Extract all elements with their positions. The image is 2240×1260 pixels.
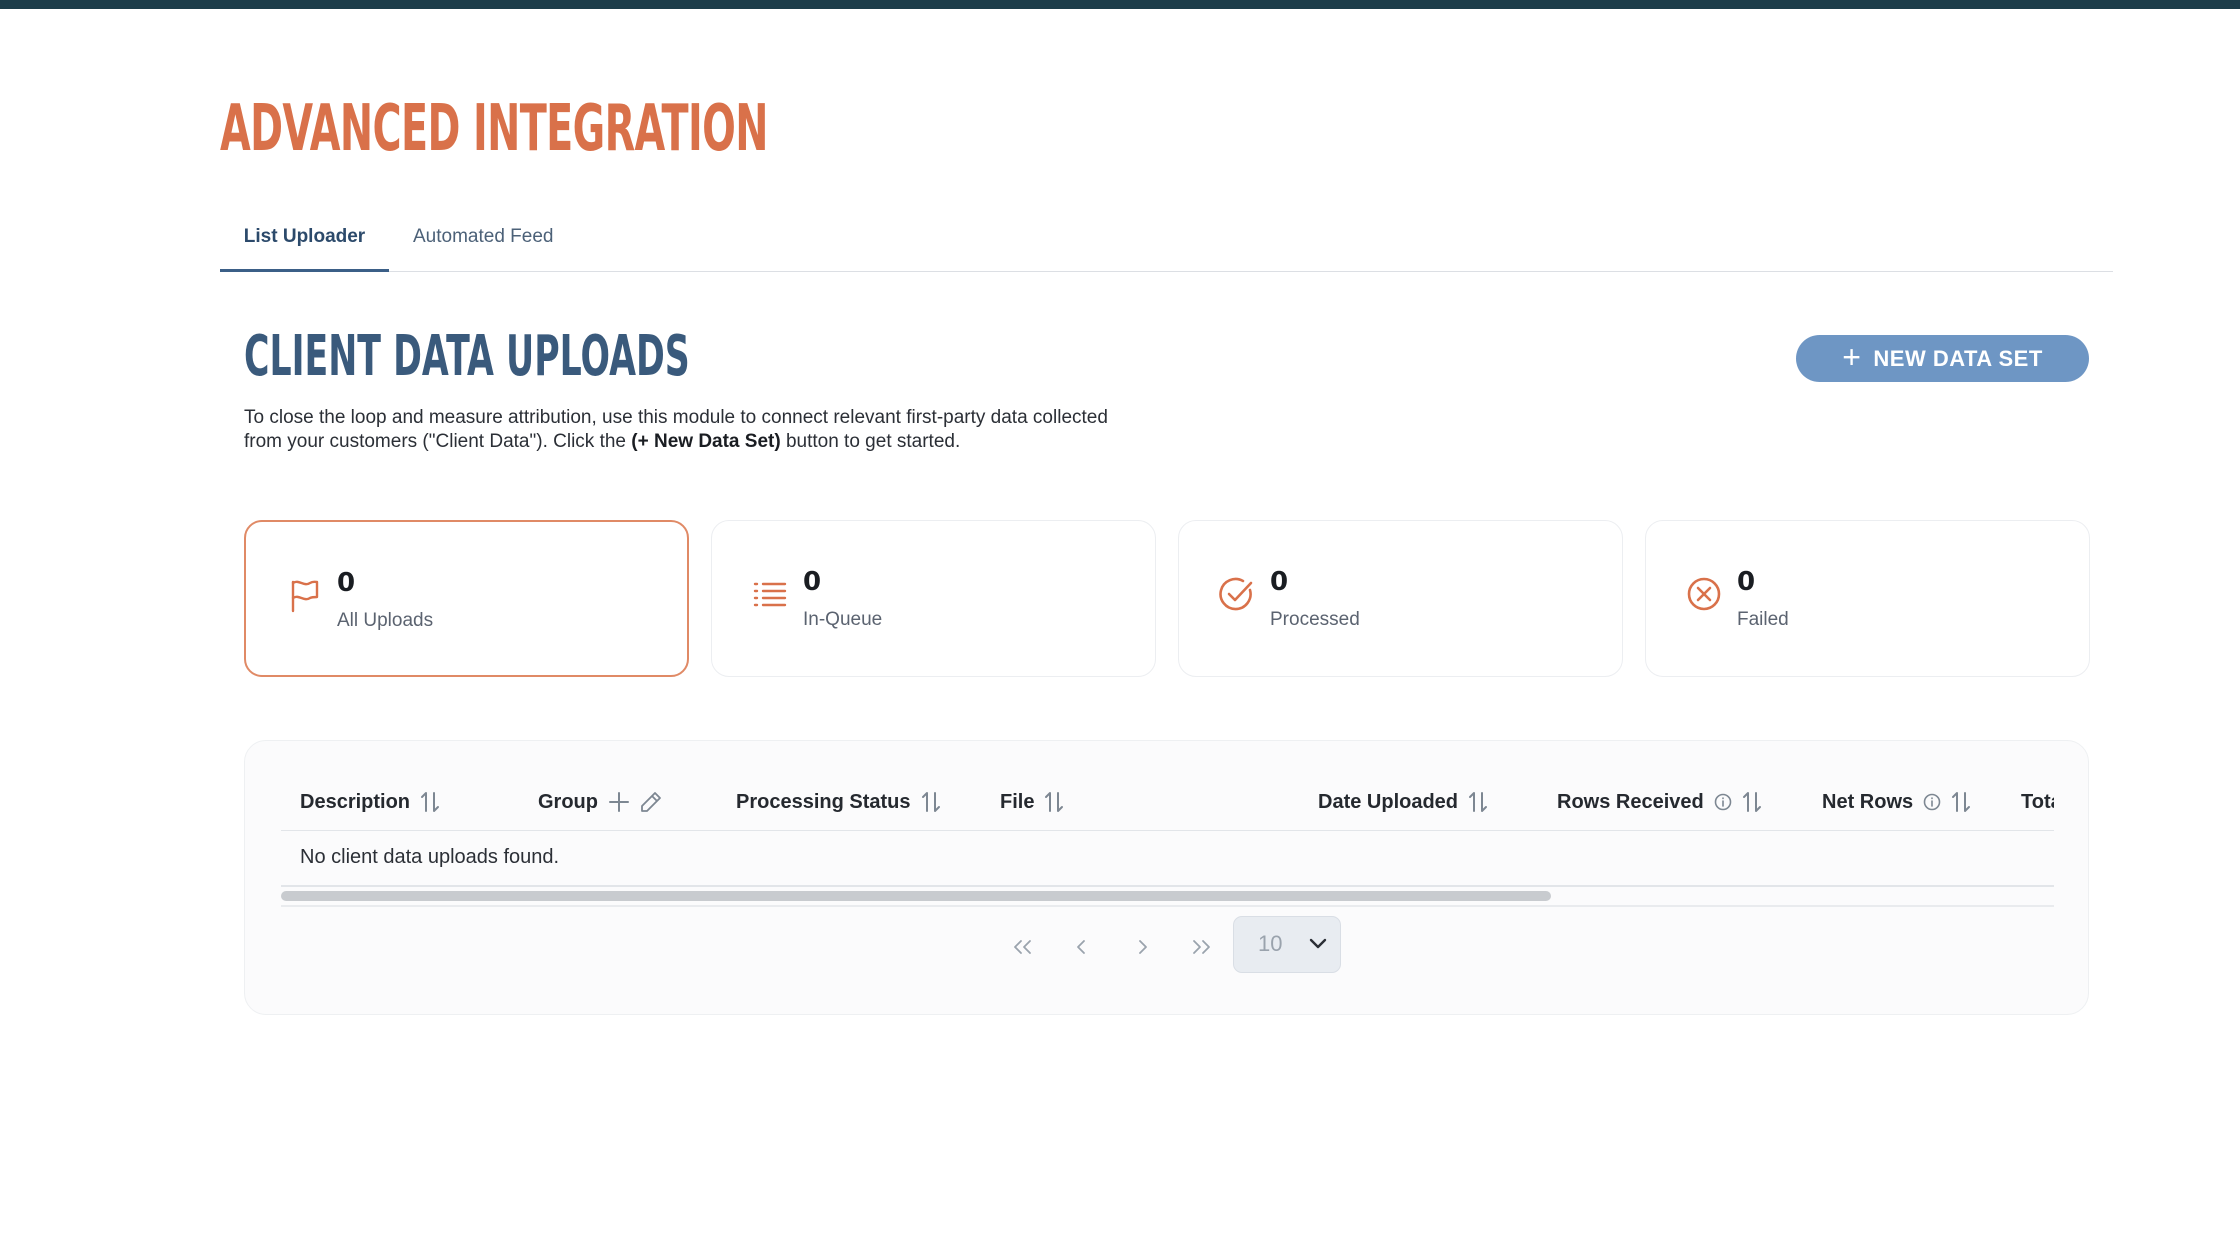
empty-table-message: No client data uploads found. xyxy=(300,846,560,868)
list-icon xyxy=(753,582,787,607)
next-page-button[interactable] xyxy=(1125,919,1161,975)
new-data-set-button[interactable]: + NEW DATA SET xyxy=(1796,335,2089,382)
card-count: 0 xyxy=(1270,567,1289,597)
column-net-rows[interactable]: Net Rows xyxy=(1822,789,1971,815)
column-date-uploaded[interactable]: Date Uploaded xyxy=(1318,789,1488,815)
description-text-end: button to get started. xyxy=(780,431,961,452)
sort-icon[interactable] xyxy=(1044,791,1064,813)
card-label: Failed xyxy=(1737,609,1789,630)
previous-page-button[interactable] xyxy=(1063,919,1099,975)
top-bar xyxy=(0,0,2240,9)
column-label: Tota xyxy=(2021,790,2054,813)
column-file[interactable]: File xyxy=(1000,789,1064,815)
column-description[interactable]: Description xyxy=(300,789,440,815)
scrollbar-thumb[interactable] xyxy=(281,891,1551,901)
column-label: Net Rows xyxy=(1822,790,1914,813)
flag-icon xyxy=(291,580,319,613)
sort-icon[interactable] xyxy=(420,791,440,813)
column-label: File xyxy=(1000,790,1035,813)
sort-icon[interactable] xyxy=(1742,791,1762,813)
page-size-select[interactable]: 10 xyxy=(1233,916,1341,973)
card-failed[interactable]: 0 Failed xyxy=(1645,520,2090,677)
new-data-set-label: NEW DATA SET xyxy=(1873,345,2043,371)
row-divider xyxy=(281,885,2054,887)
column-label: Processing Status xyxy=(736,790,911,813)
card-label: Processed xyxy=(1270,609,1360,630)
first-page-button[interactable] xyxy=(1005,919,1041,975)
card-in-queue[interactable]: 0 In-Queue xyxy=(711,520,1156,677)
column-group: Group xyxy=(538,789,662,815)
double-chevron-left-icon xyxy=(1014,940,1031,954)
page-size-value: 10 xyxy=(1258,931,1283,956)
column-label: Rows Received xyxy=(1557,790,1704,813)
card-all-uploads[interactable]: 0 All Uploads xyxy=(244,520,689,677)
info-icon[interactable] xyxy=(1923,793,1941,811)
tab-bar: List Uploader Automated Feed xyxy=(220,212,2113,272)
plus-icon[interactable] xyxy=(608,791,630,813)
column-total[interactable]: Tota xyxy=(2021,789,2054,815)
double-chevron-right-icon xyxy=(1193,940,1210,954)
column-label: Group xyxy=(538,790,598,813)
plus-icon: + xyxy=(1842,339,1862,375)
edit-pencil-icon[interactable] xyxy=(640,791,662,813)
sort-icon[interactable] xyxy=(921,791,941,813)
description-bold: (+ New Data Set) xyxy=(631,431,781,452)
check-circle-icon xyxy=(1219,577,1253,611)
column-rows-received[interactable]: Rows Received xyxy=(1557,789,1762,815)
card-label: All Uploads xyxy=(337,610,434,631)
table-header: Description Group Processing Status File… xyxy=(281,789,2054,831)
page-title: Advanced Integration xyxy=(220,92,768,166)
column-processing-status[interactable]: Processing Status xyxy=(736,789,941,815)
column-label: Description xyxy=(300,790,411,813)
card-count: 0 xyxy=(337,568,356,598)
chevron-left-icon xyxy=(1077,940,1085,954)
sort-icon[interactable] xyxy=(1468,791,1488,813)
tab-automated-feed[interactable]: Automated Feed xyxy=(413,226,553,272)
chevron-down-icon xyxy=(1309,938,1327,949)
section-title: Client Data Uploads xyxy=(244,324,690,389)
uploads-table: Description Group Processing Status File… xyxy=(244,740,2089,1015)
horizontal-scrollbar[interactable] xyxy=(281,891,2054,903)
card-label: In-Queue xyxy=(803,609,883,630)
tab-list-uploader[interactable]: List Uploader xyxy=(220,226,389,272)
card-count: 0 xyxy=(1737,567,1756,597)
row-divider xyxy=(281,905,2054,907)
card-processed[interactable]: 0 Processed xyxy=(1178,520,1623,677)
chevron-right-icon xyxy=(1139,940,1147,954)
column-label: Date Uploaded xyxy=(1318,790,1459,813)
sort-icon[interactable] xyxy=(1951,791,1971,813)
section-description: To close the loop and measure attributio… xyxy=(244,406,1144,454)
x-circle-icon xyxy=(1687,577,1721,611)
info-icon[interactable] xyxy=(1714,793,1732,811)
last-page-button[interactable] xyxy=(1183,919,1219,975)
card-count: 0 xyxy=(803,567,822,597)
